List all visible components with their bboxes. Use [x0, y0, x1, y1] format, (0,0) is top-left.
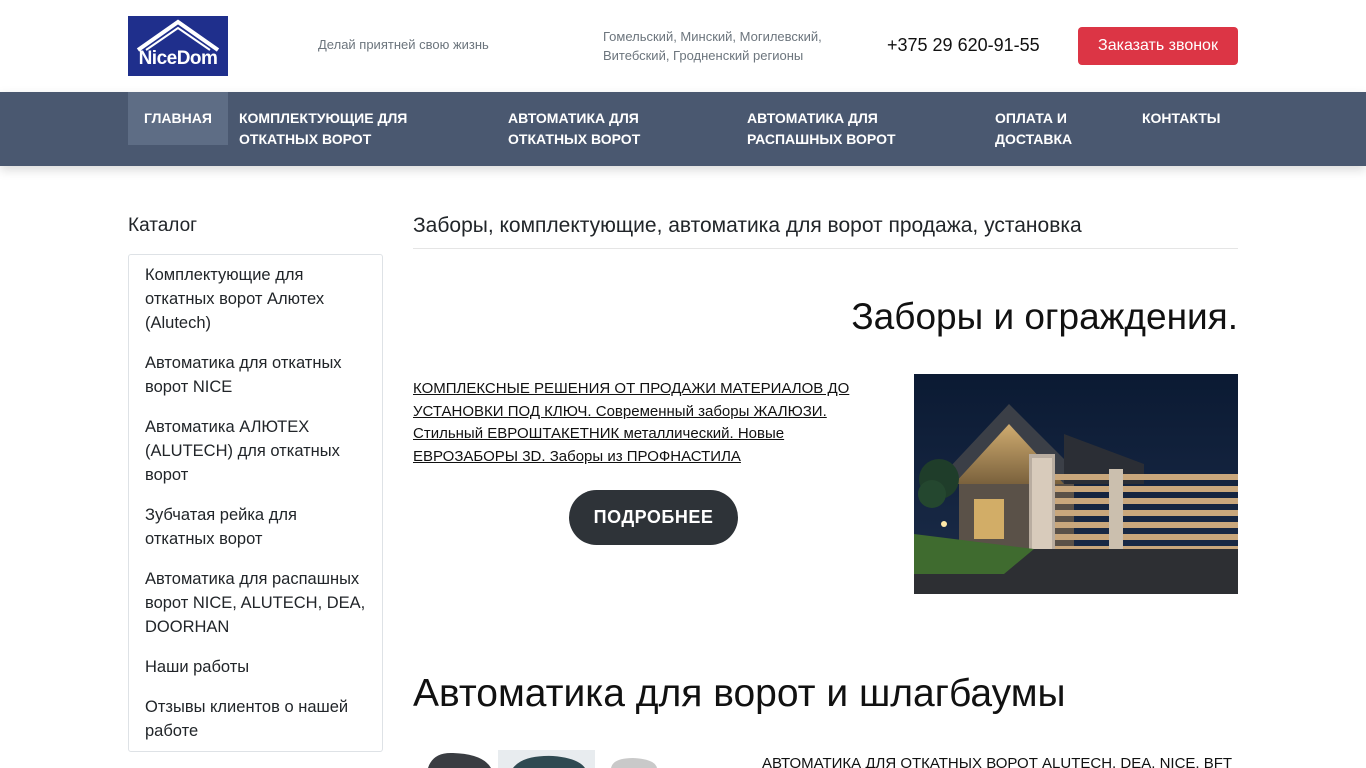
nicedom-logo[interactable]: NiceDom: [128, 16, 228, 76]
phone-number[interactable]: +375 29 620-91-55: [887, 35, 1040, 56]
catalog-item-alutech-automation[interactable]: Автоматика АЛЮТЕХ (ALUTECH) для откатных…: [145, 415, 366, 487]
nav-item-home[interactable]: ГЛАВНАЯ: [128, 92, 228, 145]
automation-description-link[interactable]: АВТОМАТИКА ДЛЯ ОТКАТНЫХ ВОРОТ ALUTECH, D…: [762, 755, 1238, 768]
catalog-item-nice-sliding[interactable]: Автоматика для откатных ворот NICE: [145, 351, 366, 399]
page-title: Заборы, комплектующие, автоматика для во…: [413, 214, 1238, 249]
nav-item-sliding-gate-parts[interactable]: КОМПЛЕКТУЮЩИЕ ДЛЯ ОТКАТНЫХ ВОРОТ: [239, 92, 469, 166]
gate-automation-photo[interactable]: [413, 750, 665, 768]
nav-item-contacts[interactable]: КОНТАКТЫ: [1142, 92, 1242, 166]
fences-heading: Заборы и ограждения.: [851, 296, 1238, 337]
main-nav: ГЛАВНАЯ КОМПЛЕКТУЮЩИЕ ДЛЯ ОТКАТНЫХ ВОРОТ…: [0, 92, 1366, 166]
catalog-title: Каталог: [128, 215, 198, 236]
logo-text: NiceDom: [138, 48, 218, 69]
nav-item-payment-delivery[interactable]: ОПЛАТА И ДОСТАВКА: [995, 92, 1115, 166]
catalog-item-swing-automation[interactable]: Автоматика для распашных ворот NICE, ALU…: [145, 567, 366, 639]
callback-button[interactable]: Заказать звонок: [1078, 27, 1238, 65]
catalog-item-our-works[interactable]: Наши работы: [145, 655, 366, 679]
automation-heading: Автоматика для ворот и шлагбаумы: [413, 672, 1066, 715]
fence-house-photo[interactable]: [914, 374, 1238, 594]
catalog-item-alutech-parts[interactable]: Комплектующие для откатных ворот Алютех …: [145, 263, 366, 335]
catalog-item-gear-rack[interactable]: Зубчатая рейка для откатных ворот: [145, 503, 366, 551]
catalog-item-reviews[interactable]: Отзывы клиентов о нашей работе: [145, 695, 366, 743]
nav-item-swing-gate-automation[interactable]: АВТОМАТИКА ДЛЯ РАСПАШНЫХ ВОРОТ: [747, 92, 947, 166]
regions-text: Гомельский, Минский, Могилевский, Витебс…: [603, 29, 822, 63]
slogan: Делай приятней свою жизнь: [318, 37, 489, 52]
nav-item-sliding-gate-automation[interactable]: АВТОМАТИКА ДЛЯ ОТКАТНЫХ ВОРОТ: [508, 92, 708, 166]
site-header: NiceDom Делай приятней свою жизнь Гомель…: [0, 0, 1366, 92]
catalog-menu: Комплектующие для откатных ворот Алютех …: [128, 254, 383, 752]
more-button[interactable]: ПОДРОБНЕЕ: [569, 490, 738, 545]
fences-description-link[interactable]: КОМПЛЕКСНЫЕ РЕШЕНИЯ ОТ ПРОДАЖИ МАТЕРИАЛО…: [413, 378, 873, 468]
